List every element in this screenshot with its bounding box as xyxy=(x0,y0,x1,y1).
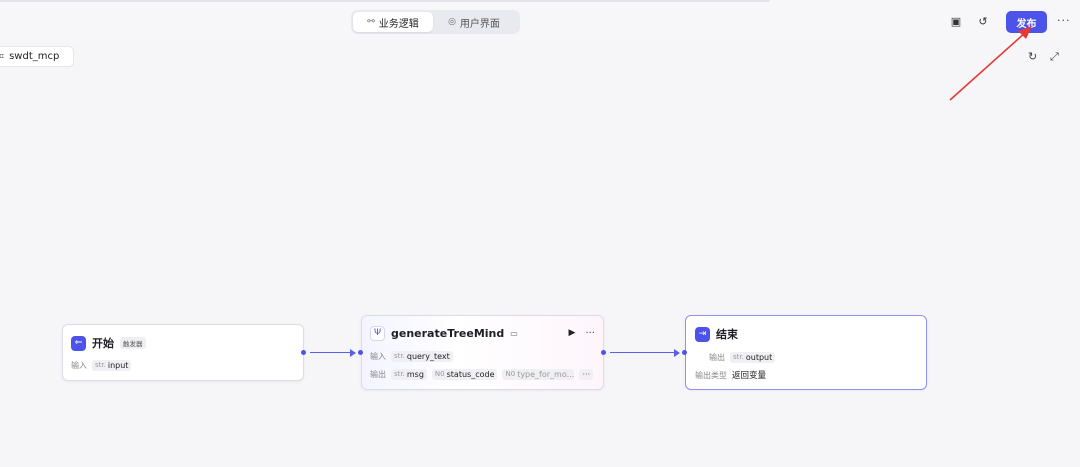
top-toolbar: ⚯ 业务逻辑 ◎ 用户界面 ▣ ↺ 发布 ··· xyxy=(0,0,1080,42)
output-label: 输出 xyxy=(370,369,386,379)
end-icon: ⇥ xyxy=(695,326,710,342)
workflow-canvas[interactable] xyxy=(0,42,1080,467)
input-name: input xyxy=(107,360,129,370)
end-input-port[interactable] xyxy=(682,350,687,355)
start-output-port[interactable] xyxy=(301,350,306,355)
palette-icon: ◎ xyxy=(448,17,456,27)
type-label: str. xyxy=(394,370,405,378)
more-outputs-button[interactable]: ··· xyxy=(579,368,594,380)
run-icon[interactable]: ▶ xyxy=(569,328,576,338)
input-tag: str. query_text xyxy=(391,350,453,362)
annotation-arrow-icon xyxy=(949,26,1032,101)
project-icon: ⌗ xyxy=(0,51,5,62)
output-tag: N0 status_code xyxy=(431,368,498,380)
input-label: 输入 xyxy=(370,351,386,361)
process-output-port[interactable] xyxy=(601,350,606,355)
start-node[interactable]: ⇐ 开始 触发器 输入 str. input xyxy=(62,324,304,381)
type-label: N0 xyxy=(434,370,445,378)
flow-icon: ⚯ xyxy=(367,17,375,27)
output-name: status_code xyxy=(446,369,495,379)
expand-icon[interactable]: ⤢ xyxy=(1050,50,1059,64)
tab-business-logic[interactable]: ⚯ 业务逻辑 xyxy=(353,12,433,32)
node-more-icon[interactable]: ··· xyxy=(585,328,595,339)
plugin-icon: Ψ xyxy=(370,325,385,341)
output-kind-value: 返回变量 xyxy=(732,371,767,381)
node-title: 结束 xyxy=(716,328,738,341)
node-title: generateTreeMind xyxy=(391,326,505,340)
edge-arrow-icon xyxy=(674,349,680,357)
more-menu-icon[interactable]: ··· xyxy=(1057,14,1071,27)
tab-label: 业务逻辑 xyxy=(378,18,419,30)
output-name: output xyxy=(745,352,773,362)
project-chip[interactable]: ⌗ swdt_mcp xyxy=(0,46,74,67)
project-name: swdt_mcp xyxy=(9,51,60,62)
type-label: str. xyxy=(95,361,106,369)
input-name: query_text xyxy=(406,351,450,361)
output-tag: str. output xyxy=(730,351,776,363)
output-tag: N0 type_for_mo... xyxy=(502,368,575,380)
trigger-badge: 触发器 xyxy=(120,337,146,349)
output-name: type_for_mo... xyxy=(517,369,575,379)
tab-label: 用户界面 xyxy=(459,18,500,30)
view-tabs: ⚯ 业务逻辑 ◎ 用户界面 xyxy=(351,10,520,34)
process-input-port[interactable] xyxy=(358,350,363,355)
edge-process-end xyxy=(610,352,676,353)
input-label: 输入 xyxy=(71,360,87,370)
edge-start-process xyxy=(310,352,352,353)
type-label: str. xyxy=(733,353,744,361)
output-tag: str. msg xyxy=(391,368,427,380)
input-tag: str. input xyxy=(92,359,132,371)
node-title: 开始 xyxy=(92,337,114,350)
edge-arrow-icon xyxy=(350,349,356,357)
type-label: str. xyxy=(394,352,405,360)
output-label: 输出 xyxy=(709,352,725,362)
start-icon: ⇐ xyxy=(71,335,86,351)
output-kind-label: 输出类型 xyxy=(695,370,727,380)
tab-user-interface[interactable]: ◎ 用户界面 xyxy=(433,12,515,32)
save-icon: ▭ xyxy=(510,328,518,338)
type-label: N0 xyxy=(505,370,516,378)
output-name: msg xyxy=(406,369,424,379)
end-node[interactable]: ⇥ 结束 输出 str. output 输出类型 返回变量 xyxy=(685,315,927,390)
top-divider xyxy=(0,0,770,2)
process-node[interactable]: Ψ generateTreeMind ▭ ▶ ··· 输入 str. query… xyxy=(361,315,604,390)
